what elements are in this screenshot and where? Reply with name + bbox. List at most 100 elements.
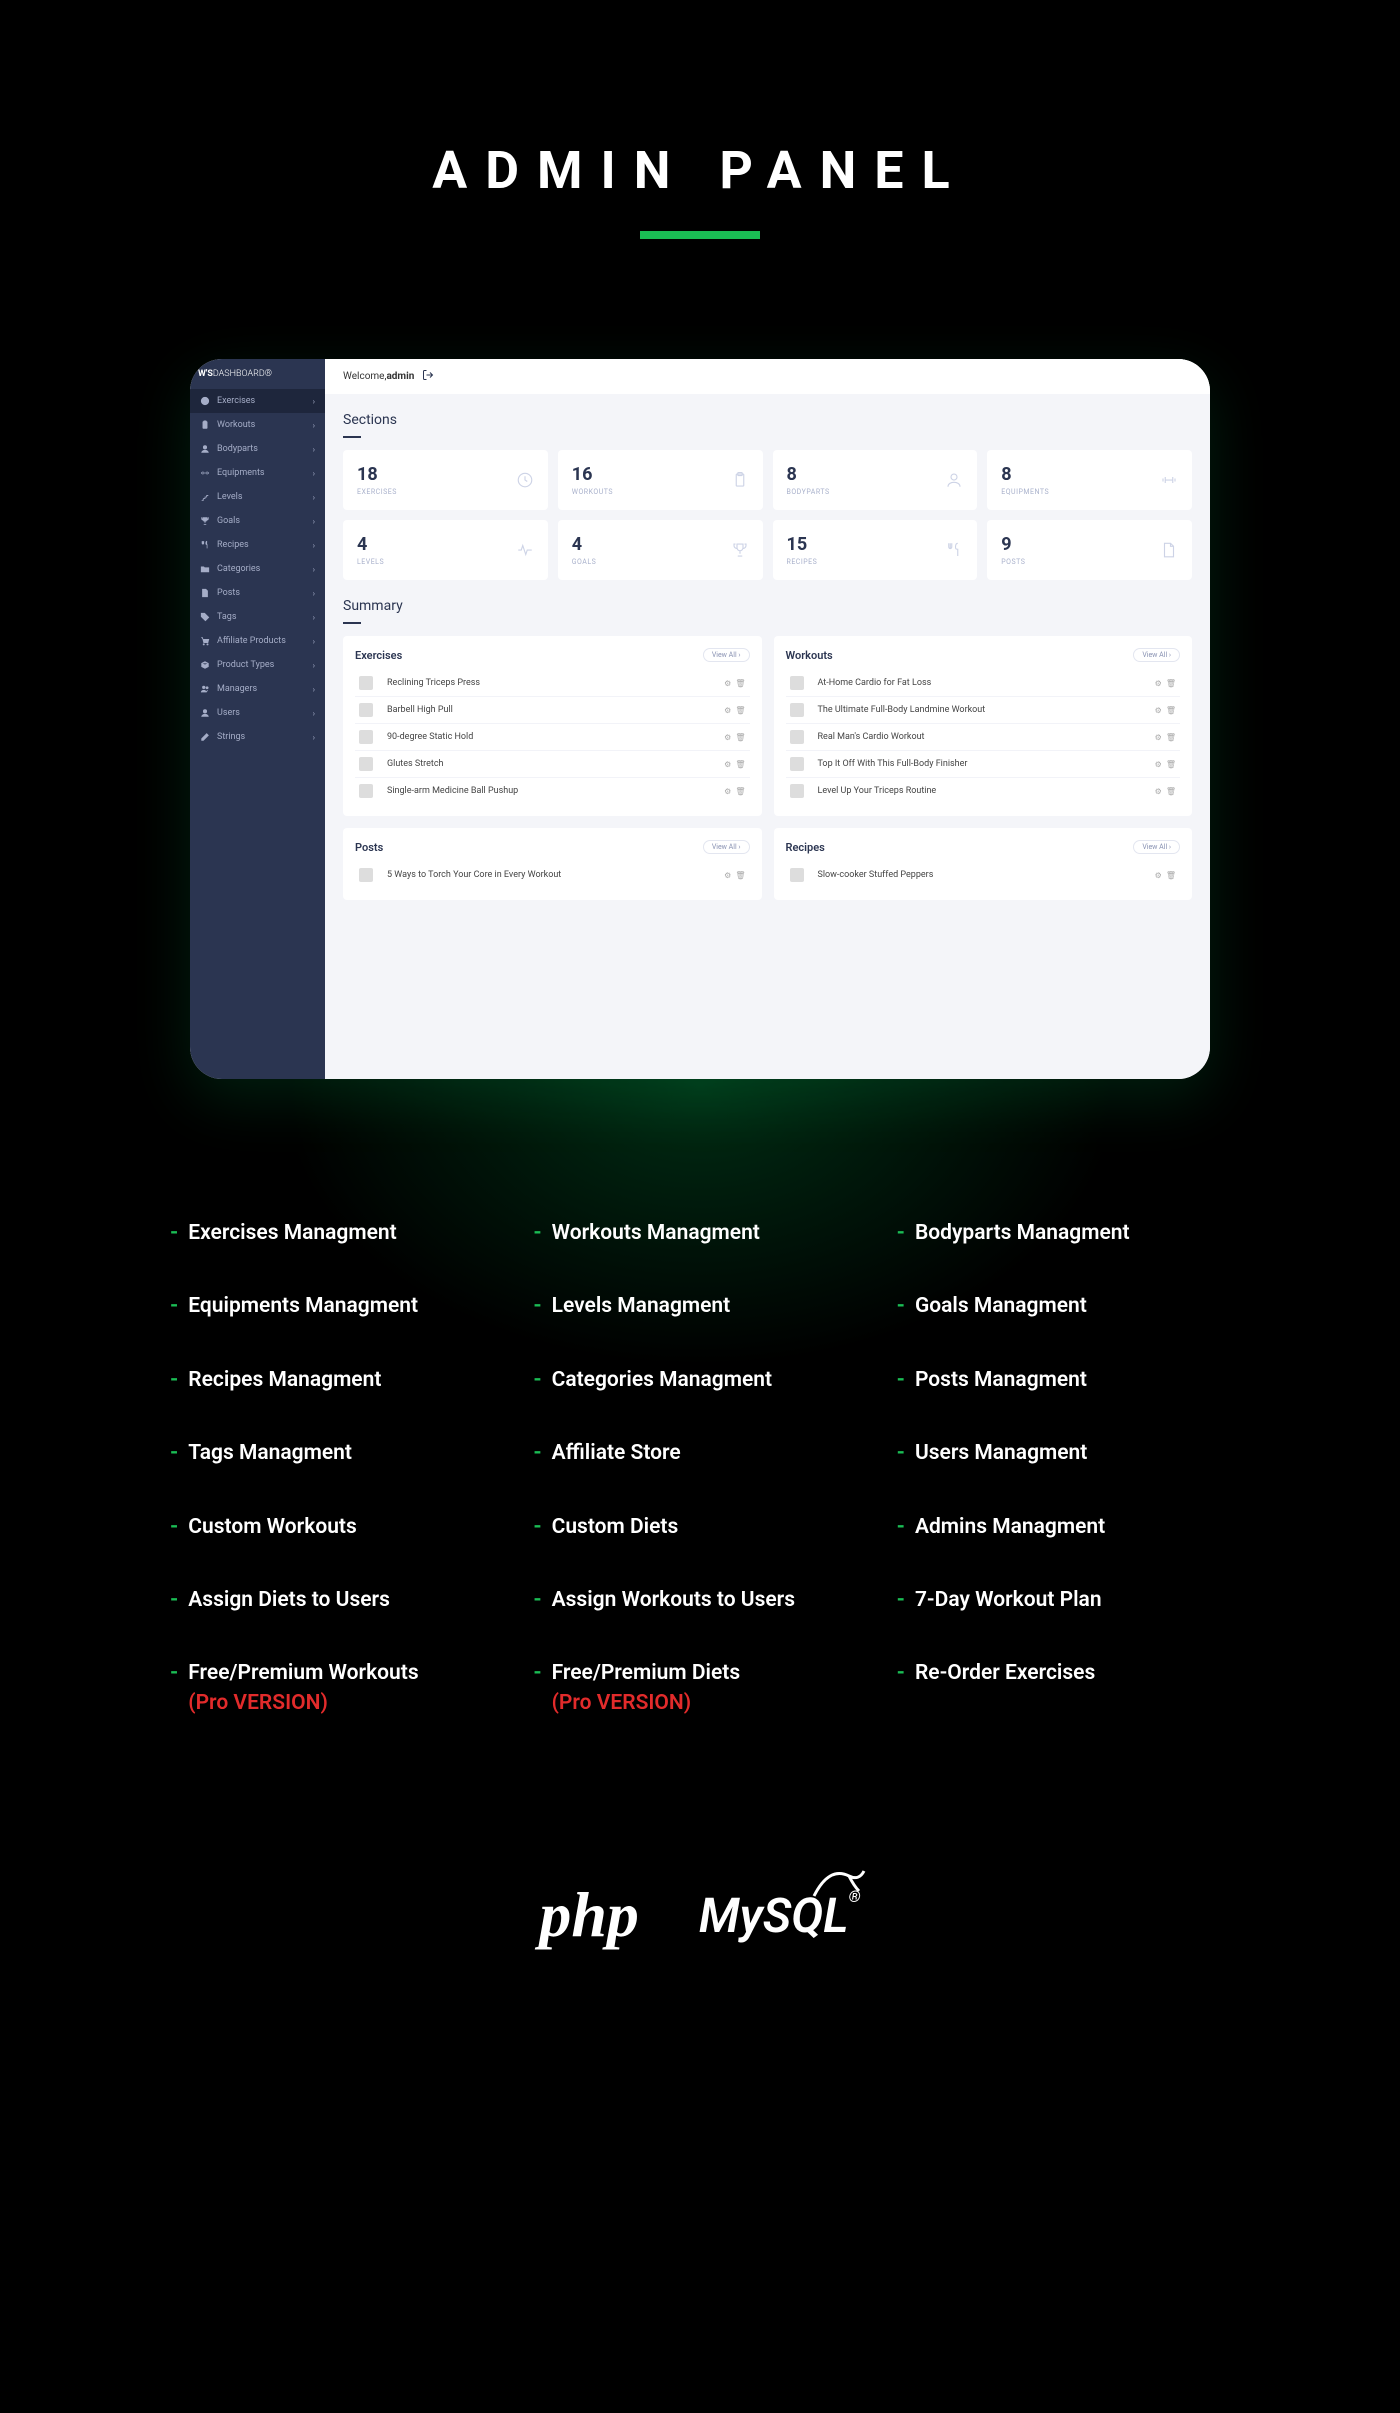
stat-card-goals[interactable]: 4GOALS	[558, 520, 763, 580]
stat-card-exercises[interactable]: 18EXERCISES	[343, 450, 548, 510]
dash-bullet: -	[533, 1292, 541, 1321]
sidebar-item-recipes[interactable]: Recipes›	[190, 533, 325, 557]
list-row[interactable]: Slow-cooker Stuffed Peppers ⚙ 🗑	[786, 862, 1181, 888]
sidebar-item-posts[interactable]: Posts›	[190, 581, 325, 605]
list-row[interactable]: Top It Off With This Full-Body Finisher⚙…	[786, 751, 1181, 778]
feature-label: Posts Managment	[915, 1366, 1087, 1395]
dash-bullet: -	[170, 1659, 178, 1688]
gear-icon[interactable]: ⚙	[1155, 733, 1162, 742]
stat-card-posts[interactable]: 9POSTS	[987, 520, 1192, 580]
main-area: Welcome, admin Sections 18EXERCISES16WOR…	[325, 359, 1210, 1079]
gear-icon[interactable]: ⚙	[724, 706, 731, 715]
delete-icon[interactable]: 🗑	[735, 733, 745, 742]
delete-icon[interactable]: 🗑	[1166, 787, 1176, 796]
sidebar-item-label: Affiliate Products	[217, 636, 286, 646]
sidebar-item-categories[interactable]: Categories›	[190, 557, 325, 581]
list-row[interactable]: Barbell High Pull⚙🗑	[355, 697, 750, 724]
sidebar-item-tags[interactable]: Tags›	[190, 605, 325, 629]
gear-icon[interactable]: ⚙	[1155, 760, 1162, 769]
gear-icon[interactable]: ⚙	[1155, 706, 1162, 715]
delete-icon[interactable]: 🗑	[1166, 706, 1176, 715]
row-title: Glutes Stretch	[387, 759, 444, 769]
mysql-logo: MySQL®	[699, 1887, 861, 1944]
sidebar-item-affiliate-products[interactable]: Affiliate Products ›	[190, 629, 325, 653]
stat-card-recipes[interactable]: 15RECIPES	[773, 520, 978, 580]
gear-icon[interactable]: ⚙	[1155, 787, 1162, 796]
sidebar-item-label: Posts	[217, 588, 240, 598]
feature-label: Free/Premium Workouts	[188, 1659, 418, 1688]
stat-card-levels[interactable]: 4LEVELS	[343, 520, 548, 580]
panel-title: Posts	[355, 841, 383, 854]
panel-title: Workouts	[786, 649, 833, 662]
welcome-prefix: Welcome,	[343, 371, 386, 382]
row-title: 90-degree Static Hold	[387, 732, 473, 742]
dash-bullet: -	[897, 1659, 905, 1688]
chevron-right-icon: ›	[313, 517, 315, 526]
stairs-icon	[200, 492, 210, 502]
row-thumbnail	[790, 784, 804, 798]
view-all-button[interactable]: View All ›	[703, 648, 750, 662]
sidebar-item-label: Workouts	[217, 420, 255, 430]
stat-card-equipments[interactable]: 8EQUIPMENTS	[987, 450, 1192, 510]
stat-number: 4	[572, 534, 597, 555]
gear-icon[interactable]: ⚙	[724, 733, 731, 742]
sidebar-item-users[interactable]: Users›	[190, 701, 325, 725]
view-all-button[interactable]: View All ›	[1133, 840, 1180, 854]
list-row[interactable]: 90-degree Static Hold ⚙ 🗑	[355, 724, 750, 751]
feature-item: -Categories Managment	[533, 1366, 866, 1395]
sidebar-item-levels[interactable]: Levels›	[190, 485, 325, 509]
list-row[interactable]: Glutes Stretch ⚙ 🗑	[355, 751, 750, 778]
pulse-icon	[516, 541, 534, 559]
list-row[interactable]: Level Up Your Triceps Routine⚙🗑	[786, 778, 1181, 804]
delete-icon[interactable]: 🗑	[1166, 871, 1176, 880]
gear-icon[interactable]: ⚙	[724, 760, 731, 769]
sidebar-item-equipments[interactable]: Equipments›	[190, 461, 325, 485]
feature-item: -Equipments Managment	[170, 1292, 503, 1321]
chevron-right-icon: ›	[313, 493, 315, 502]
delete-icon[interactable]: 🗑	[735, 679, 745, 688]
list-row[interactable]: Reclining Triceps Press⚙🗑	[355, 670, 750, 697]
delete-icon[interactable]: 🗑	[1166, 679, 1176, 688]
chevron-right-icon: ›	[313, 637, 315, 646]
gear-icon[interactable]: ⚙	[724, 871, 731, 880]
list-row[interactable]: Single-arm Medicine Ball Pushup⚙🗑	[355, 778, 750, 804]
sidebar-item-workouts[interactable]: Workouts›	[190, 413, 325, 437]
feature-label: Assign Workouts to Users	[552, 1586, 795, 1615]
delete-icon[interactable]: 🗑	[1166, 760, 1176, 769]
list-row[interactable]: At-Home Cardio for Fat Loss⚙🗑	[786, 670, 1181, 697]
sidebar-item-managers[interactable]: Managers›	[190, 677, 325, 701]
gear-icon[interactable]: ⚙	[724, 679, 731, 688]
stat-card-bodyparts[interactable]: 8BODYPARTS	[773, 450, 978, 510]
gear-icon[interactable]: ⚙	[724, 787, 731, 796]
view-all-button[interactable]: View All ›	[703, 840, 750, 854]
stat-label: LEVELS	[357, 558, 384, 566]
view-all-button[interactable]: View All ›	[1133, 648, 1180, 662]
sidebar-item-label: Bodyparts	[217, 444, 258, 454]
gear-icon[interactable]: ⚙	[1155, 871, 1162, 880]
stat-number: 8	[787, 464, 830, 485]
tech-logos: php MySQL®	[0, 1878, 1400, 1952]
sidebar-item-exercises[interactable]: Exercises›	[190, 389, 325, 413]
pro-badge: (Pro VERSION)	[552, 1689, 741, 1718]
sidebar-item-strings[interactable]: Strings›	[190, 725, 325, 749]
logout-icon[interactable]	[422, 369, 434, 384]
feature-item: -Recipes Managment	[170, 1366, 503, 1395]
list-row[interactable]: The Ultimate Full-Body Landmine Workout⚙…	[786, 697, 1181, 724]
row-title: Slow-cooker Stuffed Peppers	[818, 870, 934, 880]
row-thumbnail	[790, 868, 804, 882]
list-row[interactable]: 5 Ways to Torch Your Core in Every Worko…	[355, 862, 750, 888]
dash-bullet: -	[533, 1513, 541, 1542]
delete-icon[interactable]: 🗑	[735, 871, 745, 880]
sidebar-item-bodyparts[interactable]: Bodyparts›	[190, 437, 325, 461]
sidebar-item-product-types[interactable]: Product Types›	[190, 653, 325, 677]
gear-icon[interactable]: ⚙	[1155, 679, 1162, 688]
delete-icon[interactable]: 🗑	[1166, 733, 1176, 742]
stat-card-workouts[interactable]: 16WORKOUTS	[558, 450, 763, 510]
delete-icon[interactable]: 🗑	[735, 760, 745, 769]
sections-title: Sections	[325, 394, 1210, 432]
sidebar-logo: W'SDASHBOARD®	[190, 359, 325, 389]
delete-icon[interactable]: 🗑	[735, 706, 745, 715]
delete-icon[interactable]: 🗑	[735, 787, 745, 796]
sidebar-item-goals[interactable]: Goals›	[190, 509, 325, 533]
list-row[interactable]: Real Man's Cardio Workout⚙🗑	[786, 724, 1181, 751]
